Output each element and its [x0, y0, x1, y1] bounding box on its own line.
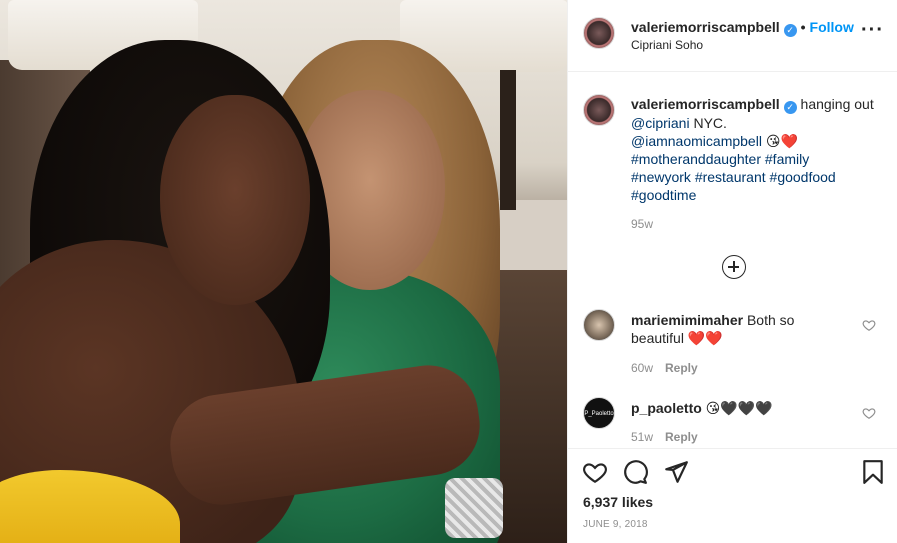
kiss-emoji: 😘 [765, 133, 781, 149]
hashtag-family[interactable]: #family [765, 151, 809, 167]
heart-emoji: ❤️ [780, 133, 798, 149]
comment-like-heart-icon[interactable] [862, 406, 876, 420]
post-actions: 6,937 likes JUNE 9, 2018 [568, 448, 897, 543]
caption-timestamp[interactable]: 95w [631, 217, 653, 231]
comment-text: mariemimimaher Both so beautiful ❤️❤️ [631, 311, 851, 347]
hashtag-goodfood[interactable]: #goodfood [770, 169, 836, 185]
caption-author-avatar[interactable] [583, 94, 615, 126]
reply-button[interactable]: Reply [665, 361, 698, 375]
comment-meta: 51w Reply [631, 430, 698, 444]
more-options-icon[interactable]: ··· [861, 20, 884, 40]
comment-timestamp[interactable]: 60w [631, 361, 653, 375]
comment-username[interactable]: mariemimimaher [631, 312, 743, 328]
post-date[interactable]: JUNE 9, 2018 [583, 519, 648, 530]
caption-text-start: hanging out [800, 96, 874, 112]
load-more-comments-icon[interactable] [722, 255, 746, 279]
instagram-post: valeriemorriscampbell ✓ • Follow Cipriani S… [0, 0, 897, 543]
comment-bubble-icon[interactable] [622, 459, 648, 485]
post-location[interactable]: Cipriani Soho [631, 38, 703, 52]
mention-iamnaomicampbell[interactable]: @iamnaomicampbell [631, 133, 762, 149]
verified-badge-icon: ✓ [783, 101, 797, 114]
separator-dot: • [800, 19, 806, 35]
comment-timestamp[interactable]: 51w [631, 430, 653, 444]
comment-avatar[interactable]: P_Paoletto Images Presentation [583, 397, 615, 429]
verified-badge-icon: ✓ [783, 24, 797, 37]
follow-button[interactable]: Follow [810, 19, 854, 35]
hashtag-goodtime[interactable]: #goodtime [631, 187, 696, 203]
post-photo[interactable] [0, 0, 567, 543]
share-paper-plane-icon[interactable] [663, 459, 689, 485]
photo-person-left-face [160, 95, 310, 305]
comment-avatar-text: P_Paoletto Images Presentation [584, 411, 614, 417]
post-side-panel: valeriemorriscampbell ✓ • Follow Cipriani S… [567, 0, 897, 543]
save-bookmark-icon[interactable] [860, 459, 886, 485]
comment-like-heart-icon[interactable] [862, 318, 876, 332]
author-avatar[interactable] [583, 17, 615, 49]
photo-lamp-right-post [500, 70, 516, 210]
like-heart-icon[interactable] [582, 459, 608, 485]
comment-text: p_paoletto 😘🖤🖤🖤 [631, 399, 773, 417]
hashtag-motheranddaughter[interactable]: #motheranddaughter [631, 151, 761, 167]
hashtag-restaurant[interactable]: #restaurant [695, 169, 766, 185]
author-username[interactable]: valeriemorriscampbell [631, 19, 780, 35]
caption-text-mid: NYC. [689, 115, 727, 131]
photo-bracelet [445, 478, 503, 538]
comment-emoji: 😘🖤🖤🖤 [705, 400, 773, 416]
post-caption: valeriemorriscampbell ✓ hanging out @cipr… [631, 95, 881, 204]
post-header: valeriemorriscampbell ✓ • Follow Cipriani S… [568, 0, 897, 72]
mention-cipriani[interactable]: @cipriani [631, 115, 690, 131]
comment-avatar[interactable] [583, 309, 615, 341]
caption-username[interactable]: valeriemorriscampbell [631, 96, 780, 112]
hashtag-newyork[interactable]: #newyork [631, 169, 691, 185]
reply-button[interactable]: Reply [665, 430, 698, 444]
likes-count[interactable]: 6,937 likes [583, 494, 653, 510]
author-line: valeriemorriscampbell ✓ • Follow [631, 19, 854, 37]
comment-meta: 60w Reply [631, 361, 698, 375]
comment-username[interactable]: p_paoletto [631, 400, 702, 416]
comment-emoji: ❤️❤️ [687, 330, 723, 346]
comments-section[interactable]: valeriemorriscampbell ✓ hanging out @cipr… [568, 72, 897, 448]
